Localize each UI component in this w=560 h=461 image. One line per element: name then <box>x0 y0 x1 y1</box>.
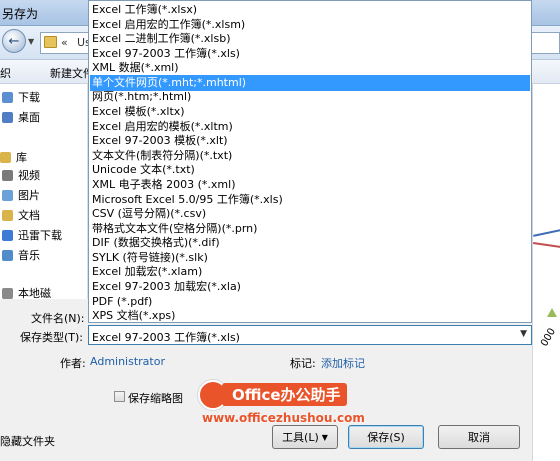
organize-button[interactable]: 织 <box>0 65 11 81</box>
back-button[interactable]: ← <box>2 29 26 53</box>
chevron-down-icon: ▼ <box>321 432 328 442</box>
nav-item[interactable]: 本地磁 <box>2 284 51 299</box>
download-folder-icon <box>2 91 13 103</box>
thunder-download-icon <box>2 229 13 241</box>
desktop-icon <box>2 111 13 123</box>
nav-item[interactable]: 桌面 <box>2 108 40 126</box>
documents-icon <box>2 209 13 221</box>
local-disk-icon <box>2 287 13 299</box>
tags-label: 标记: <box>290 357 316 370</box>
site-watermark: Office办公助手 www.officezhushou.com <box>198 380 373 432</box>
dialog-title: 另存为 <box>2 7 39 21</box>
nav-item-label: 库 <box>16 151 27 164</box>
video-icon <box>2 169 13 181</box>
nav-item-label: 本地磁 <box>18 287 51 299</box>
nav-item[interactable]: 文档 <box>2 206 40 224</box>
nav-item[interactable]: 库 <box>0 148 27 166</box>
nav-item-label: 音乐 <box>18 249 40 262</box>
savetype-select[interactable]: Excel 97-2003 工作簿(*.xls) ▼ <box>88 325 532 345</box>
nav-item-label: 视频 <box>18 169 40 182</box>
author-label: 作者: <box>60 357 86 370</box>
history-dropdown-icon[interactable]: ▼ <box>28 37 34 46</box>
chart-tick-label: 000 <box>539 326 559 349</box>
chart-series-line-blue <box>533 229 560 237</box>
file-type-option[interactable]: DIF (数据交换格式)(*.dif) <box>90 235 530 251</box>
cancel-button[interactable]: 取消 <box>438 425 520 449</box>
hide-folders-toggle[interactable]: 隐藏文件夹 <box>0 433 55 449</box>
nav-item-label: 文档 <box>18 209 40 222</box>
nav-item-label: 桌面 <box>18 111 40 124</box>
nav-item[interactable]: 下载 <box>2 88 40 106</box>
nav-item-label: 下载 <box>18 91 40 104</box>
nav-item[interactable]: 视频 <box>2 166 40 184</box>
back-arrow-icon: ← <box>8 33 20 49</box>
cancel-label: 取消 <box>468 431 490 444</box>
nav-item[interactable]: 迅雷下载 <box>2 226 62 244</box>
navigation-pane: 下载桌面库视频图片文档迅雷下载音乐本地磁 <box>0 84 88 299</box>
chart-marker-triangle <box>547 308 557 317</box>
tags-field[interactable]: 添加标记 <box>321 355 365 371</box>
save-thumbnail-checkbox[interactable] <box>114 391 125 402</box>
save-thumbnail-label[interactable]: 保存缩略图 <box>128 390 183 406</box>
savetype-label: 保存类型(T): <box>20 331 84 344</box>
watermark-url: www.officezhushou.com <box>202 411 365 425</box>
music-icon <box>2 249 13 261</box>
watermark-brand: Office办公助手 <box>222 383 347 406</box>
folder-icon <box>44 36 57 48</box>
nav-item[interactable]: 音乐 <box>2 246 40 264</box>
nav-item-label: 迅雷下载 <box>18 229 62 242</box>
file-type-option[interactable]: Excel 启用宏的模板(*.xltm) <box>90 119 530 135</box>
breadcrumb-overflow[interactable]: « <box>61 36 68 49</box>
filename-label: 文件名(N): <box>31 312 85 325</box>
chart-series-line-red <box>533 242 560 248</box>
chevron-down-icon[interactable]: ▼ <box>520 329 527 339</box>
savetype-value: Excel 97-2003 工作簿(*.xls) <box>92 331 240 344</box>
nav-item[interactable]: 图片 <box>2 186 40 204</box>
nav-item-label: 图片 <box>18 189 40 202</box>
pictures-icon <box>2 189 13 201</box>
author-field[interactable]: Administrator <box>90 355 165 368</box>
library-icon <box>0 151 11 163</box>
background-chart-strip: 000 <box>532 84 560 461</box>
file-type-dropdown-list[interactable]: Excel 工作簿(*.xlsx) Excel 启用宏的工作簿(*.xlsm) Ex… <box>88 0 532 323</box>
file-type-option[interactable]: XPS 文档(*.xps) <box>90 308 530 322</box>
